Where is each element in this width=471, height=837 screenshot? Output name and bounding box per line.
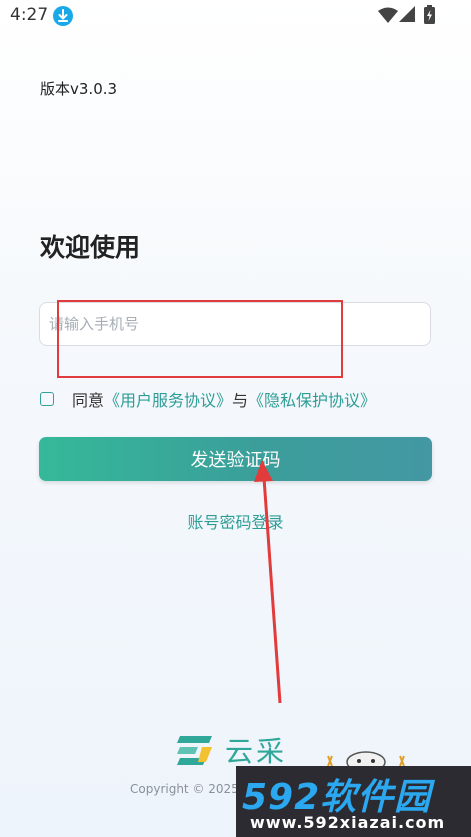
status-bar: 4:27 xyxy=(0,0,471,32)
annotation-box xyxy=(57,300,343,378)
brand-name: 云采 xyxy=(225,735,288,768)
status-time: 4:27 xyxy=(10,5,49,25)
agreement-row: 同意 《用户服务协议》 与 《隐私保护协议》 xyxy=(40,388,376,410)
logo-icon xyxy=(177,736,212,765)
signal-icon xyxy=(399,6,415,22)
watermark-url: www.592xiazai.com xyxy=(250,813,446,832)
agreement-checkbox[interactable] xyxy=(40,392,54,406)
send-code-button[interactable]: 发送验证码 xyxy=(39,437,432,481)
annotation-arrow xyxy=(254,460,282,704)
battery-charging-icon xyxy=(424,5,435,24)
page-title: 欢迎使用 xyxy=(40,233,141,262)
wifi-icon xyxy=(378,7,398,23)
download-icon xyxy=(53,6,73,26)
privacy-agreement-link[interactable]: 《隐私保护协议》 xyxy=(248,387,376,411)
version-label: 版本v3.0.3 xyxy=(40,80,118,98)
agreement-connector: 与 xyxy=(232,391,249,410)
watermark: 592软件园 www.592xiazai.com xyxy=(236,766,471,837)
user-agreement-link[interactable]: 《用户服务协议》 xyxy=(104,387,232,411)
agreement-prefix: 同意 xyxy=(72,391,105,410)
password-login-link[interactable]: 账号密码登录 xyxy=(0,509,471,533)
copyright-text: Copyright © 2025 xyxy=(130,782,239,796)
